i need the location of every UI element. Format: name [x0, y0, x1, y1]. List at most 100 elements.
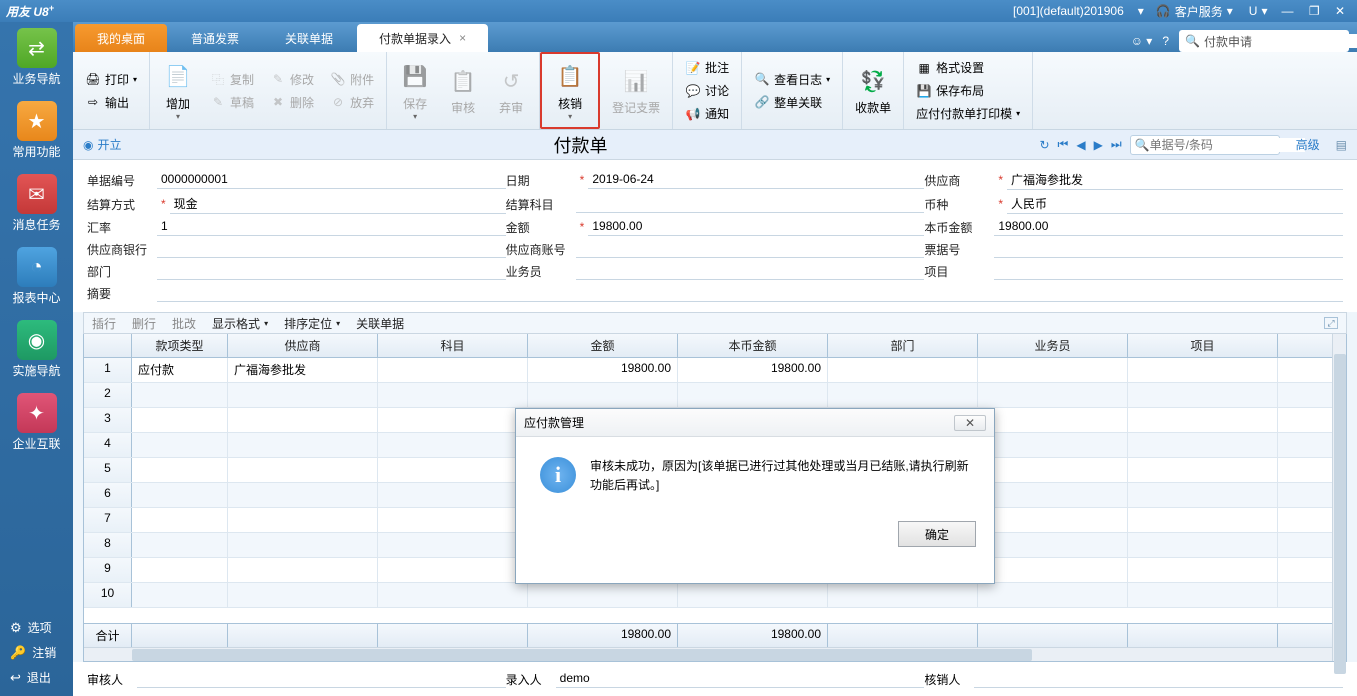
col-project[interactable]: 项目 [1128, 334, 1278, 357]
grid-batch[interactable]: 批改 [172, 315, 196, 332]
modify-button[interactable]: ✎修改 [266, 69, 318, 90]
u-menu[interactable]: U▾ [1249, 4, 1268, 18]
amount-label: 金额 [506, 219, 576, 236]
draft-button[interactable]: ✎草稿 [206, 92, 258, 113]
col-rownum [84, 334, 132, 357]
open-button[interactable]: ◉开立 [83, 136, 122, 153]
output-button[interactable]: ⇨输出 [81, 92, 141, 113]
col-person[interactable]: 业务员 [978, 334, 1128, 357]
nav-prev-icon[interactable]: ◀ [1076, 138, 1085, 152]
account-info: [001](default)201906 [1013, 4, 1124, 18]
reorder-icon: 🔗 [754, 94, 770, 110]
col-supplier[interactable]: 供应商 [228, 334, 378, 357]
circle-icon: ◉ [83, 138, 93, 152]
customer-service[interactable]: 🎧客户服务▾ [1156, 3, 1233, 20]
account-label: 供应商账号 [506, 241, 576, 258]
search-input[interactable] [1204, 34, 1357, 48]
audit-button[interactable]: 📋审核 [443, 63, 483, 118]
table-row[interactable]: 2 [84, 383, 1346, 408]
sidebar-logout[interactable]: 🔑注销 [0, 640, 73, 665]
account-dropdown-icon[interactable]: ▾ [1138, 4, 1144, 18]
tab-close-icon[interactable]: × [459, 31, 466, 45]
table-row[interactable]: 1应付款广福海参批发19800.0019800.00 [84, 358, 1346, 383]
sidebar-item-common[interactable]: ★常用功能 [7, 101, 67, 160]
verify-icon: 📋 [554, 61, 586, 93]
dialog-close-icon[interactable]: ✕ [954, 415, 986, 431]
person-label: 业务员 [506, 263, 576, 280]
sidebar-exit[interactable]: ↩退出 [0, 665, 73, 690]
dialog-message: 审核未成功，原因为[该单据已进行过其他处理或当月已结账,请执行刷新功能后再试。] [590, 457, 970, 495]
add-button[interactable]: 📄增加▾ [158, 59, 198, 123]
sidebar-item-implement[interactable]: ◉实施导航 [7, 320, 67, 379]
grid-vscroll[interactable] [1332, 334, 1346, 661]
grid-delete-row[interactable]: 删行 [132, 315, 156, 332]
abandon-button[interactable]: ⊘放弃 [326, 92, 378, 113]
save-button[interactable]: 💾保存▾ [395, 59, 435, 123]
col-type[interactable]: 款项类型 [132, 334, 228, 357]
advanced-link[interactable]: 高级 [1296, 136, 1320, 153]
nav-last-icon[interactable]: ⏭ [1111, 137, 1122, 152]
delete-icon: ✖ [270, 94, 286, 110]
smile-icon[interactable]: ☺ ▾ [1131, 34, 1153, 48]
doc-search-input[interactable] [1150, 138, 1305, 152]
tab-desktop[interactable]: 我的桌面 [75, 24, 167, 52]
compass-icon: ◉ [17, 320, 57, 360]
help-icon[interactable]: ? [1162, 34, 1169, 48]
sidebar-item-biznav[interactable]: ⇄业务导航 [7, 28, 67, 87]
dept-value [157, 262, 506, 280]
notify-button[interactable]: 📢通知 [681, 103, 733, 124]
localamt-label: 本币金额 [924, 219, 994, 236]
supplier-label: 供应商 [924, 172, 994, 189]
receipt-button[interactable]: 💱收款单 [851, 63, 895, 118]
verify-button[interactable]: 📋核销▾ [550, 59, 590, 123]
verifier-value [974, 670, 1343, 688]
dialog-ok-button[interactable]: 确定 [898, 521, 976, 547]
discuss-button[interactable]: 💬讨论 [681, 80, 733, 101]
minimize-icon[interactable]: — [1281, 4, 1293, 18]
grid-insert-row[interactable]: 插行 [92, 315, 116, 332]
grid-related[interactable]: 关联单据 [356, 315, 404, 332]
unaudit-button[interactable]: ↺弃审 [491, 63, 531, 118]
grid-sort[interactable]: 排序定位▾ [284, 315, 340, 332]
doc-search[interactable]: 🔍 [1130, 135, 1280, 155]
sidebar-item-message[interactable]: ✉消息任务 [7, 174, 67, 233]
tab-payment-entry[interactable]: 付款单据录入× [357, 24, 488, 52]
table-row[interactable]: 10 [84, 583, 1346, 608]
col-subject[interactable]: 科目 [378, 334, 528, 357]
close-icon[interactable]: ✕ [1335, 4, 1345, 18]
copy-button[interactable]: ⿻复制 [206, 69, 258, 90]
attach-button[interactable]: 📎附件 [326, 69, 378, 90]
total-local: 19800.00 [678, 624, 828, 647]
nav-first-icon[interactable]: ⏮ [1058, 137, 1069, 152]
search-icon: 🔍 [1135, 138, 1150, 152]
sidebar-item-enterprise[interactable]: ✦企业互联 [7, 393, 67, 452]
nav-next-icon[interactable]: ▶ [1094, 138, 1103, 152]
grid-display-format[interactable]: 显示格式▾ [212, 315, 268, 332]
viewlog-button[interactable]: 🔍查看日志▾ [750, 69, 834, 90]
maximize-icon[interactable]: ❐ [1309, 4, 1320, 18]
savelayout-button[interactable]: 💾保存布局 [912, 80, 1024, 101]
register-cheque-button[interactable]: 📊登记支票 [608, 63, 664, 118]
reorder-button[interactable]: 🔗整单关联 [750, 92, 834, 113]
sidebar-item-report[interactable]: ◔报表中心 [7, 247, 67, 306]
global-search[interactable]: 🔍 × [1179, 30, 1349, 52]
print-button[interactable]: 🖨打印▾ [81, 69, 141, 90]
add-icon: 📄 [162, 61, 194, 93]
mail-icon: ✉ [17, 174, 57, 214]
col-dept[interactable]: 部门 [828, 334, 978, 357]
refresh-icon[interactable]: ↻ [1039, 138, 1049, 152]
delete-button[interactable]: ✖删除 [266, 92, 318, 113]
printtmpl-button[interactable]: 应付付款单打印模▾ [912, 103, 1024, 124]
note-button[interactable]: 📝批注 [681, 57, 733, 78]
project-label: 项目 [924, 263, 994, 280]
sidebar-options[interactable]: ⚙选项 [0, 615, 73, 640]
info-icon: i [540, 457, 576, 493]
format-button[interactable]: ▦格式设置 [912, 57, 1024, 78]
tab-related-doc[interactable]: 关联单据 [263, 24, 355, 52]
grid-hscroll[interactable] [84, 647, 1346, 661]
tab-invoice[interactable]: 普通发票 [169, 24, 261, 52]
col-amount[interactable]: 金额 [528, 334, 678, 357]
col-local[interactable]: 本币金额 [678, 334, 828, 357]
grid-expand-icon[interactable]: ⤢ [1324, 317, 1338, 329]
list-icon[interactable]: ▤ [1336, 138, 1347, 152]
